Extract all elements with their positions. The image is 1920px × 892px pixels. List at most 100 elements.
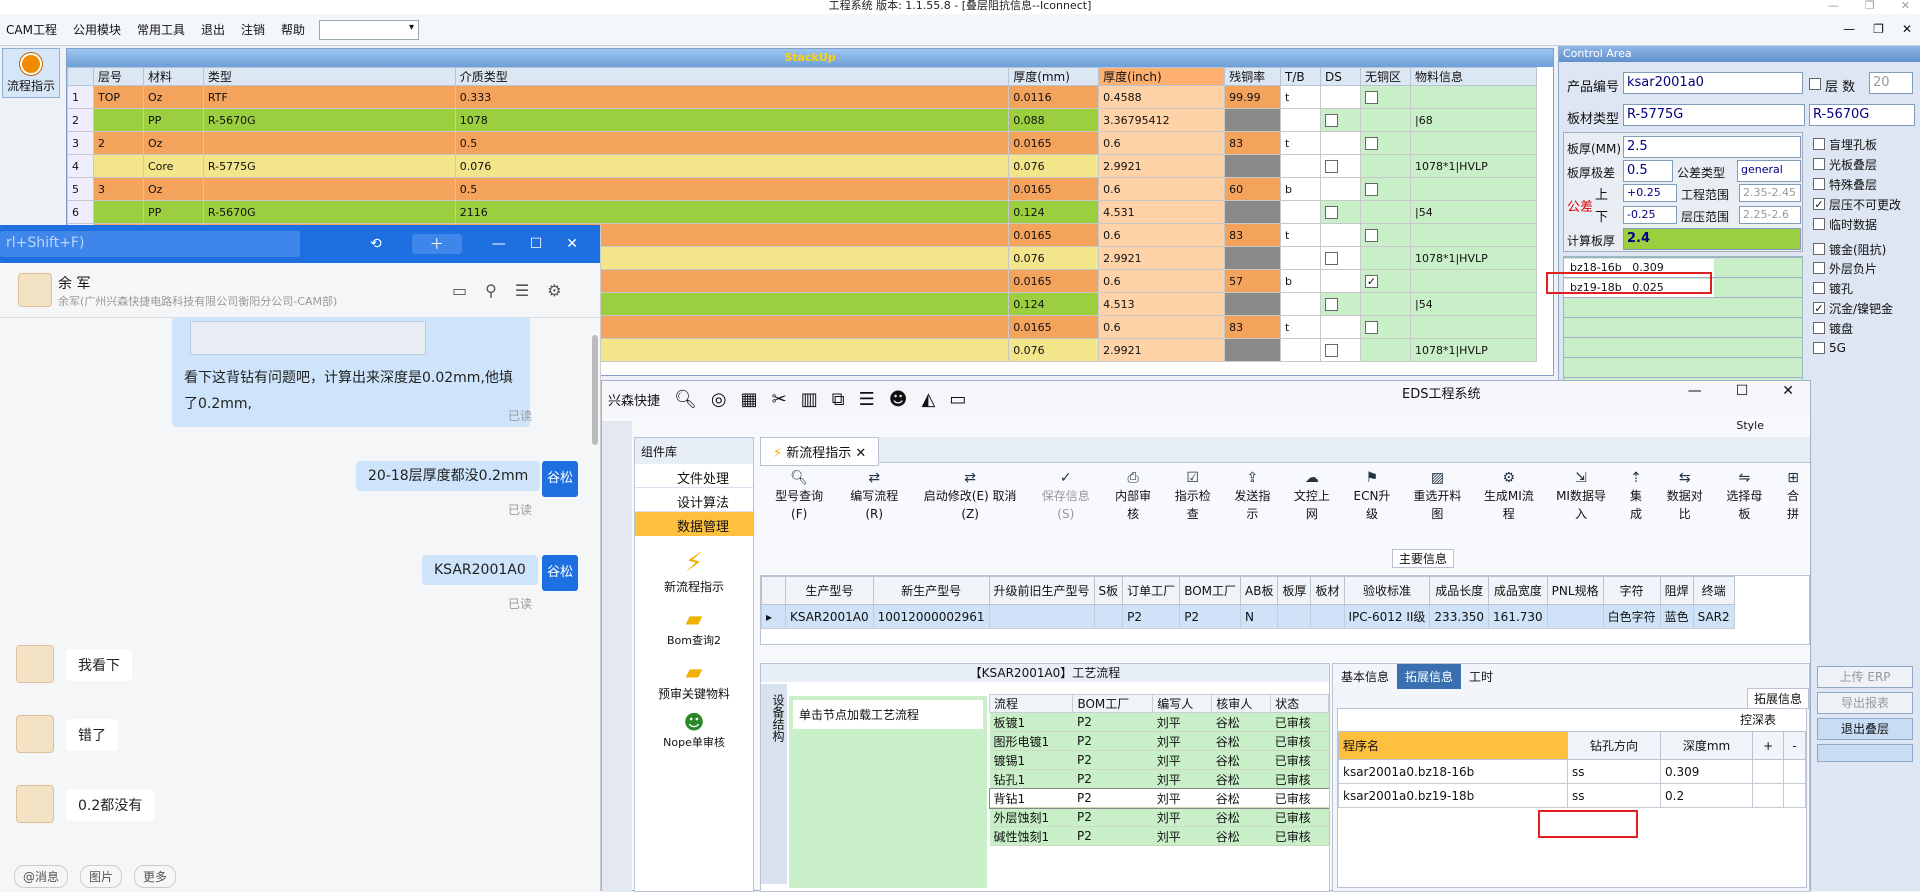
table-icon[interactable]: ▦ bbox=[741, 389, 758, 410]
board-type-select[interactable]: R-5775G bbox=[1623, 104, 1805, 126]
stack-row[interactable]: 5 3 Oz 0.5 0.0165 0.6 60 b bbox=[67, 177, 1538, 201]
option-10[interactable]: 5G bbox=[1813, 338, 1919, 358]
grid-col[interactable]: 新生产型号 bbox=[872, 576, 990, 605]
list-icon[interactable]: ☰ bbox=[859, 389, 875, 410]
ribbon-btn-3[interactable]: ✓ 保存信息(S) bbox=[1028, 469, 1103, 529]
option-0[interactable]: 盲埋孔板 bbox=[1813, 134, 1919, 154]
more-button[interactable]: 更多 bbox=[134, 865, 177, 888]
folder-icon[interactable]: ▭ bbox=[452, 281, 467, 300]
ds-check[interactable] bbox=[1325, 113, 1339, 127]
side-item-data[interactable]: 数据管理 bbox=[635, 512, 753, 536]
minimize-icon[interactable]: — bbox=[1828, 0, 1839, 12]
nocopper-check[interactable] bbox=[1365, 320, 1379, 334]
tree-row[interactable]: 钻孔1 P2 刘平 谷松 已审核 bbox=[989, 769, 1329, 789]
option-2[interactable]: 特殊叠层 bbox=[1813, 174, 1919, 194]
drill-row[interactable]: ksar2001a0.bz18-16b ss 0.309 bbox=[1338, 759, 1806, 784]
side-icon-label[interactable]: Nope单审核 bbox=[663, 736, 725, 749]
tree-row[interactable]: 碱性蚀刻1 P2 刘平 谷松 已审核 bbox=[989, 826, 1329, 846]
film-icon[interactable]: ▥ bbox=[801, 389, 818, 410]
drill-row[interactable]: ksar2001a0.bz19-18b ss 0.2 bbox=[1338, 783, 1806, 808]
chat-minimize-icon[interactable]: — bbox=[492, 236, 506, 252]
mdi-minimize-icon[interactable]: — bbox=[1843, 22, 1855, 36]
style-label[interactable]: Style bbox=[1736, 419, 1764, 432]
down-input[interactable]: -0.25 bbox=[1623, 206, 1677, 224]
grid-row[interactable]: ▸ KSAR2001A0 10012000002961 P2 P2 N IPC-6012 I… bbox=[761, 604, 1735, 629]
close-icon[interactable]: ✕ bbox=[1901, 0, 1910, 12]
grid-col[interactable]: 板材 bbox=[1310, 576, 1345, 605]
contact-avatar[interactable] bbox=[16, 785, 54, 823]
ribbon-btn-6[interactable]: ⇪ 发送指示 bbox=[1223, 469, 1283, 529]
stack-row[interactable]: 6 PP R-5670G 2116 0.124 4.531 |54 bbox=[67, 200, 1538, 224]
ribbon-btn-4[interactable]: ⎙ 内部审核 bbox=[1103, 469, 1163, 529]
contact-avatar[interactable] bbox=[18, 273, 52, 307]
lifebuoy-icon[interactable]: ◎ bbox=[711, 389, 727, 410]
flow-guide-button[interactable]: 流程指示 bbox=[2, 48, 60, 98]
ds-check[interactable] bbox=[1325, 205, 1339, 219]
grid-col[interactable]: 字符 bbox=[1602, 576, 1661, 605]
option-7[interactable]: 镀孔 bbox=[1813, 278, 1919, 298]
my-avatar[interactable]: 谷松 bbox=[542, 461, 578, 497]
stack-row[interactable]: 4 Core R-5775G 0.076 0.076 2.9921 1078*1|HVLP bbox=[67, 154, 1538, 178]
grid-col[interactable]: 阻焊 bbox=[1659, 576, 1694, 605]
upload-erp-button[interactable]: 上传 ERP bbox=[1817, 666, 1913, 688]
checkbox-icon[interactable] bbox=[1813, 262, 1825, 274]
option-8[interactable]: 沉金/镍钯金 bbox=[1813, 298, 1919, 318]
menu-combo[interactable] bbox=[319, 19, 420, 40]
grid-col[interactable]: AB板 bbox=[1240, 576, 1279, 605]
tol-type-select[interactable]: general bbox=[1737, 160, 1801, 182]
press-range-input[interactable]: 2.25-2.6 bbox=[1739, 206, 1801, 224]
grid-col[interactable]: 验收标准 bbox=[1343, 576, 1431, 605]
checkbox-icon[interactable] bbox=[1813, 302, 1825, 314]
option-1[interactable]: 光板叠层 bbox=[1813, 154, 1919, 174]
grid-col[interactable]: 成品长度 bbox=[1429, 576, 1490, 605]
export-report-button[interactable]: 导出报表 bbox=[1817, 692, 1913, 714]
side-item-file[interactable]: 文件处理 bbox=[635, 464, 753, 488]
blank-button[interactable] bbox=[1817, 744, 1913, 762]
user-icon[interactable]: ☻ bbox=[889, 389, 908, 410]
ribbon-btn-0[interactable]: 🔍︎ 型号查询(F) bbox=[762, 469, 836, 529]
grid-col[interactable]: 生产型号 bbox=[785, 576, 874, 605]
contact-avatar[interactable] bbox=[16, 715, 54, 753]
at-msg-button[interactable]: @消息 bbox=[14, 865, 69, 888]
search-icon[interactable]: 🔍︎ bbox=[674, 389, 697, 410]
thick-input[interactable]: 2.5 bbox=[1623, 136, 1801, 158]
search-chat-icon[interactable]: ☰ bbox=[515, 281, 529, 300]
contact-avatar[interactable] bbox=[16, 645, 54, 683]
stack-row[interactable]: 3 2 Oz 0.5 0.0165 0.6 83 t bbox=[67, 131, 1538, 155]
drill-col[interactable]: - bbox=[1783, 731, 1806, 760]
checkbox-icon[interactable] bbox=[1813, 218, 1825, 230]
ext-info-button[interactable]: 拓展信息 bbox=[1746, 688, 1809, 709]
add-person-icon[interactable]: ⚲ bbox=[485, 281, 497, 300]
layers-check[interactable] bbox=[1809, 78, 1821, 90]
up-input[interactable]: +0.25 bbox=[1623, 184, 1677, 202]
menu-logout[interactable]: 注销 bbox=[239, 19, 267, 40]
ribbon-btn-2[interactable]: ⇄ 启动修改(E) 取消(Z) bbox=[912, 469, 1028, 529]
tab-hours[interactable]: 工时 bbox=[1461, 664, 1501, 689]
grid-col[interactable]: 板厚 bbox=[1277, 576, 1312, 605]
chat-scrollbar[interactable] bbox=[592, 335, 598, 445]
menu-tools[interactable]: 常用工具 bbox=[135, 19, 187, 40]
menu-cam[interactable]: CAM工程 bbox=[4, 19, 59, 40]
drill-col[interactable]: 程序名 bbox=[1338, 731, 1568, 760]
option-6[interactable]: 外层负片 bbox=[1813, 258, 1919, 278]
option-4[interactable]: 临时数据 bbox=[1813, 214, 1919, 234]
grid-col[interactable]: S板 bbox=[1093, 576, 1124, 605]
ribbon-btn-1[interactable]: ⇄ 编写流程(R) bbox=[836, 469, 912, 529]
drill-col[interactable]: 钻孔方向 bbox=[1566, 731, 1662, 760]
side-item-algo[interactable]: 设计算法 bbox=[635, 488, 753, 512]
device-tab[interactable]: 设备结构 bbox=[761, 684, 787, 884]
stack-row[interactable]: 1 TOP Oz RTF 0.333 0.0116 0.4588 99.99 t bbox=[67, 85, 1538, 109]
chat-close-icon[interactable]: ✕ bbox=[566, 236, 578, 252]
checkbox-icon[interactable] bbox=[1813, 158, 1825, 170]
tree-row[interactable]: 背钻1 P2 刘平 谷松 已审核 bbox=[989, 787, 1329, 809]
tree-row[interactable]: 图形电镀1 P2 刘平 谷松 已审核 bbox=[989, 731, 1329, 751]
eds-max-icon[interactable]: ☐ bbox=[1736, 383, 1749, 399]
ribbon-btn-5[interactable]: ☑ 指示检查 bbox=[1163, 469, 1223, 529]
board-type2-select[interactable]: R-5670G bbox=[1809, 104, 1915, 126]
ribbon-btn-7[interactable]: ☁ 文控上网 bbox=[1282, 469, 1342, 529]
ds-check[interactable] bbox=[1325, 343, 1339, 357]
add-icon[interactable]: ＋ bbox=[411, 234, 462, 254]
menu-help[interactable]: 帮助 bbox=[279, 19, 307, 40]
checkbox-icon[interactable] bbox=[1813, 282, 1825, 294]
image-thumb[interactable] bbox=[190, 321, 426, 355]
